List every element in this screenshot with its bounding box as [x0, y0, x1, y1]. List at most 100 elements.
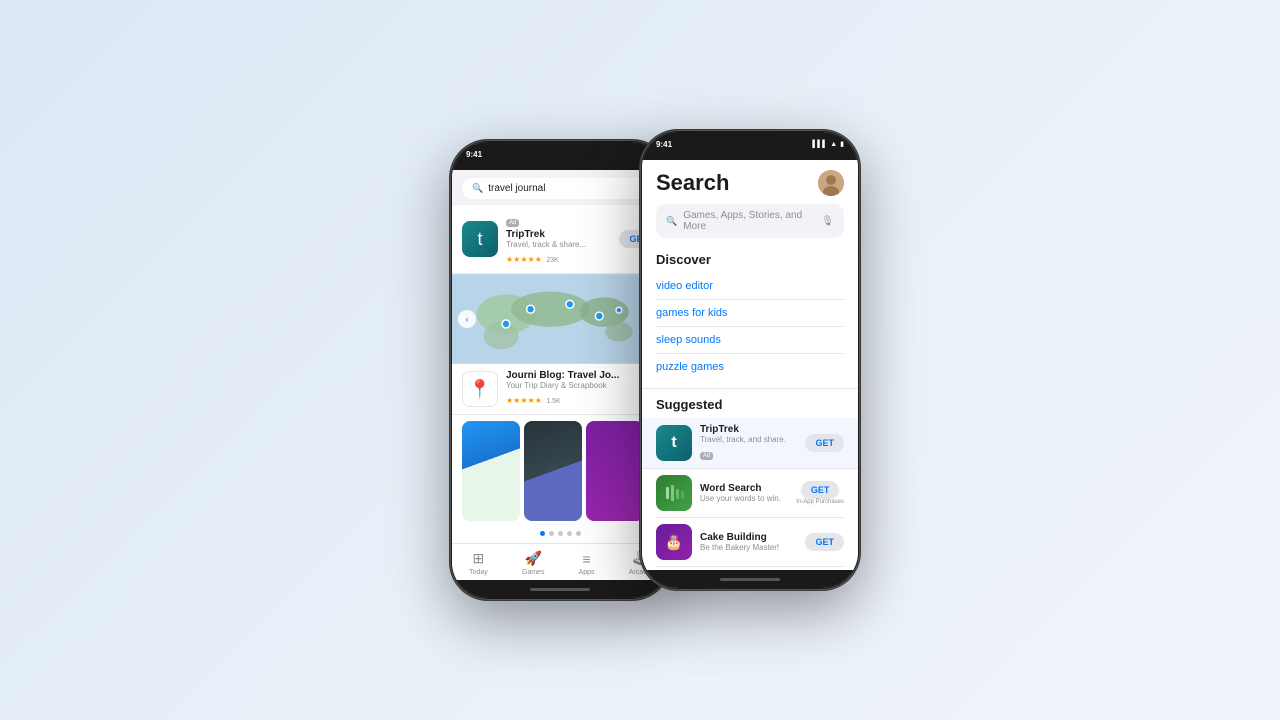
- in-app-text: In-App Purchases: [796, 499, 844, 505]
- left-notch-area: 9:41: [452, 142, 668, 170]
- page-dot-3: [558, 531, 563, 536]
- search-page-title: Search: [656, 170, 729, 196]
- right-home-indicator: [642, 570, 858, 588]
- user-avatar[interactable]: [818, 170, 844, 196]
- discover-item-3[interactable]: puzzle games: [656, 354, 844, 380]
- map-screenshot-left: ‹: [452, 274, 668, 364]
- apps-label-left: Apps: [579, 569, 595, 576]
- page-dot-2: [549, 531, 554, 536]
- right-screen-content: Search 🔍 Games, Apps, Stories, and More: [642, 160, 858, 570]
- battery-icon: ▮: [840, 140, 844, 148]
- wordsearch-icon: [656, 475, 692, 511]
- search-page-header: Search 🔍 Games, Apps, Stories, and More: [642, 160, 858, 244]
- ad-badge-right: Ad: [700, 452, 713, 460]
- search-icon: 🔍: [472, 183, 483, 194]
- today-icon-left: ⊞: [473, 550, 485, 567]
- triptrek-info-right: TripTrek Travel, track, and share. Ad: [700, 424, 797, 462]
- discover-section: Discover video editor games for kids sle…: [642, 244, 858, 389]
- triptrek-result-left[interactable]: t Ad TripTrek Travel, track & share... ★…: [452, 205, 668, 274]
- wordsearch-name: Word Search: [700, 483, 788, 494]
- wordsearch-svg: [664, 483, 684, 503]
- left-screen-content: 🔍 travel journal t Ad TripTrek Travel, t…: [452, 170, 668, 580]
- suggested-triptrek[interactable]: t TripTrek Travel, track, and share. Ad …: [642, 418, 858, 469]
- wordsearch-desc: Use your words to win.: [700, 494, 788, 503]
- cake-desc: Be the Bakery Master!: [700, 543, 797, 552]
- games-label-left: Games: [522, 569, 545, 576]
- journi-result[interactable]: 📍 Journi Blog: Travel Jo... Your Trip Di…: [452, 364, 668, 415]
- screenshot-2: [524, 421, 582, 521]
- arrow-left-btn[interactable]: ‹: [458, 310, 476, 328]
- discover-title: Discover: [656, 252, 844, 267]
- right-home-bar: [720, 578, 780, 581]
- search-field-right[interactable]: 🔍 Games, Apps, Stories, and More 🎙: [656, 204, 844, 238]
- left-search-text: travel journal: [488, 183, 545, 194]
- journi-info: Journi Blog: Travel Jo... Your Trip Diar…: [506, 370, 658, 408]
- triptrek-icon-right: t: [656, 425, 692, 461]
- apps-icon-left: ≡: [582, 551, 590, 567]
- triptrek-desc-left: Travel, track & share...: [506, 240, 611, 249]
- wifi-icon: ▲: [830, 141, 837, 148]
- cake-get-btn[interactable]: GET: [805, 533, 844, 551]
- discover-item-2[interactable]: sleep sounds: [656, 327, 844, 354]
- left-home-bar: [530, 588, 590, 591]
- right-phone: 9:41 ▌▌▌ ▲ ▮ Search: [640, 130, 860, 590]
- avatar-svg: [818, 170, 844, 196]
- left-search-bar-area: 🔍 travel journal: [452, 170, 668, 205]
- suggested-wordsearch[interactable]: Word Search Use your words to win. GET I…: [656, 469, 844, 518]
- triptrek-name-right: TripTrek: [700, 424, 797, 435]
- suggested-section: Suggested t TripTrek Travel, track, and …: [642, 389, 858, 570]
- triptrek-btn-label-right: GET: [815, 438, 834, 448]
- nav-apps-left[interactable]: ≡ Apps: [579, 551, 595, 576]
- left-search-input-box[interactable]: 🔍 travel journal: [462, 178, 658, 199]
- page-dot-1: [540, 531, 545, 536]
- ad-badge-left: Ad: [506, 219, 519, 227]
- cake-btn-label: GET: [815, 537, 834, 547]
- left-notch: [525, 142, 595, 160]
- right-status-icons: ▌▌▌ ▲ ▮: [812, 140, 844, 148]
- nav-games-left[interactable]: 🚀 Games: [522, 550, 545, 576]
- suggested-cake[interactable]: 🎂 Cake Building Be the Bakery Master! GE…: [656, 518, 844, 567]
- left-bottom-nav: ⊞ Today 🚀 Games ≡ Apps 🕹 Arcade: [452, 543, 668, 580]
- journi-icon: 📍: [462, 371, 498, 407]
- journi-desc: Your Trip Diary & Scrapbook: [506, 381, 658, 390]
- left-phone: 9:41 🔍 travel journal t: [450, 140, 670, 600]
- right-notch-area: 9:41 ▌▌▌ ▲ ▮: [642, 132, 858, 160]
- mic-icon: 🎙: [821, 216, 834, 227]
- screenshots-row: [452, 415, 668, 527]
- wordsearch-info: Word Search Use your words to win.: [700, 483, 788, 503]
- screenshot-3: [586, 421, 644, 521]
- triptrek-info-left: Ad TripTrek Travel, track & share... ★★★…: [506, 211, 611, 267]
- journi-stars: ★★★★★: [506, 396, 542, 405]
- triptrek-icon-left: t: [462, 221, 498, 257]
- triptrek-desc-right: Travel, track, and share.: [700, 435, 797, 444]
- search-icon-right: 🔍: [666, 216, 677, 227]
- search-placeholder: Games, Apps, Stories, and More: [683, 210, 815, 232]
- wordsearch-get-btn[interactable]: GET: [801, 481, 840, 499]
- journi-count: 1.5K: [546, 398, 560, 405]
- wordsearch-btn-wrap: GET In-App Purchases: [796, 481, 844, 505]
- triptrek-count-left: 23K: [546, 257, 558, 264]
- page-dot-4: [567, 531, 572, 536]
- wordsearch-btn-label: GET: [811, 485, 830, 495]
- nav-today-left[interactable]: ⊞ Today: [469, 550, 488, 576]
- triptrek-stars-left: ★★★★★: [506, 255, 542, 264]
- search-title-row: Search: [656, 170, 844, 196]
- page-dot-5: [576, 531, 581, 536]
- today-label-left: Today: [469, 569, 488, 576]
- right-notch: [715, 132, 785, 150]
- cake-icon: 🎂: [656, 524, 692, 560]
- discover-item-0[interactable]: video editor: [656, 273, 844, 300]
- left-home-indicator: [452, 580, 668, 598]
- cake-name: Cake Building: [700, 532, 797, 543]
- games-icon-left: 🚀: [524, 550, 541, 567]
- map-svg: [452, 274, 668, 364]
- discover-item-1[interactable]: games for kids: [656, 300, 844, 327]
- triptrek-name-left: TripTrek: [506, 229, 611, 240]
- phones-container: 9:41 🔍 travel journal t: [420, 130, 860, 590]
- right-time: 9:41: [656, 140, 672, 149]
- left-time: 9:41: [466, 150, 482, 159]
- cake-info: Cake Building Be the Bakery Master!: [700, 532, 797, 552]
- journi-name: Journi Blog: Travel Jo...: [506, 370, 658, 381]
- signal-bars-icon: ▌▌▌: [812, 141, 827, 148]
- triptrek-get-btn-right[interactable]: GET: [805, 434, 844, 452]
